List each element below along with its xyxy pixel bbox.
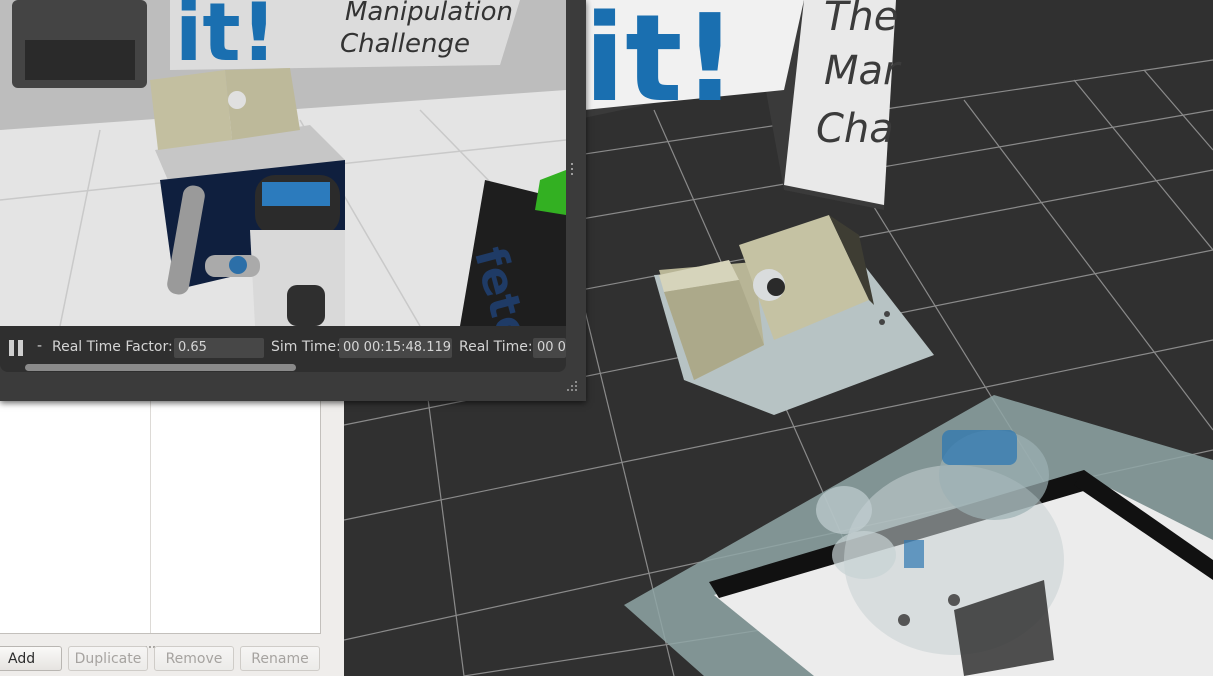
splitter-handle[interactable]: [145, 633, 159, 648]
banner-text-2: Mar: [824, 48, 902, 94]
real-time-field[interactable]: 00 0: [533, 338, 566, 358]
toolbar-scrollbar-thumb[interactable]: [25, 364, 296, 371]
real-time-label: Real Time:: [459, 339, 533, 355]
robot-costmap: [624, 395, 1213, 676]
gazebo-window[interactable]: it! Manipulation Challenge fetc - Real T…: [0, 0, 586, 401]
step-marker: -: [37, 338, 43, 354]
gazebo-render: it! Manipulation Challenge fetc: [0, 0, 566, 326]
logo-text: it!: [584, 0, 737, 129]
gz-banner-text-1: Manipulation: [345, 0, 513, 27]
add-button[interactable]: Add: [0, 646, 62, 671]
tree-column-divider[interactable]: [150, 399, 151, 633]
real-time-factor-label: Real Time Factor:: [52, 339, 173, 355]
gazebo-scene-view[interactable]: it! Manipulation Challenge fetc: [0, 0, 566, 326]
resize-grip-icon[interactable]: [566, 380, 578, 392]
pause-button[interactable]: [9, 340, 25, 356]
duplicate-button[interactable]: Duplicate: [68, 646, 148, 671]
displays-tree[interactable]: [0, 398, 321, 634]
banner-text-1: The: [824, 0, 898, 40]
rename-button[interactable]: Rename: [240, 646, 320, 671]
banner-text-3: Cha: [816, 106, 894, 152]
splitter-handle-icon[interactable]: [571, 163, 574, 177]
sim-time-field[interactable]: 00 00:15:48.119: [339, 338, 452, 358]
cube-fixture: [654, 215, 934, 415]
real-time-factor-field[interactable]: 0.65: [174, 338, 264, 358]
gz-logo-text: it!: [175, 0, 277, 79]
sim-time-label: Sim Time:: [271, 339, 341, 355]
gz-banner-text-2: Challenge: [340, 29, 470, 59]
remove-button[interactable]: Remove: [154, 646, 234, 671]
